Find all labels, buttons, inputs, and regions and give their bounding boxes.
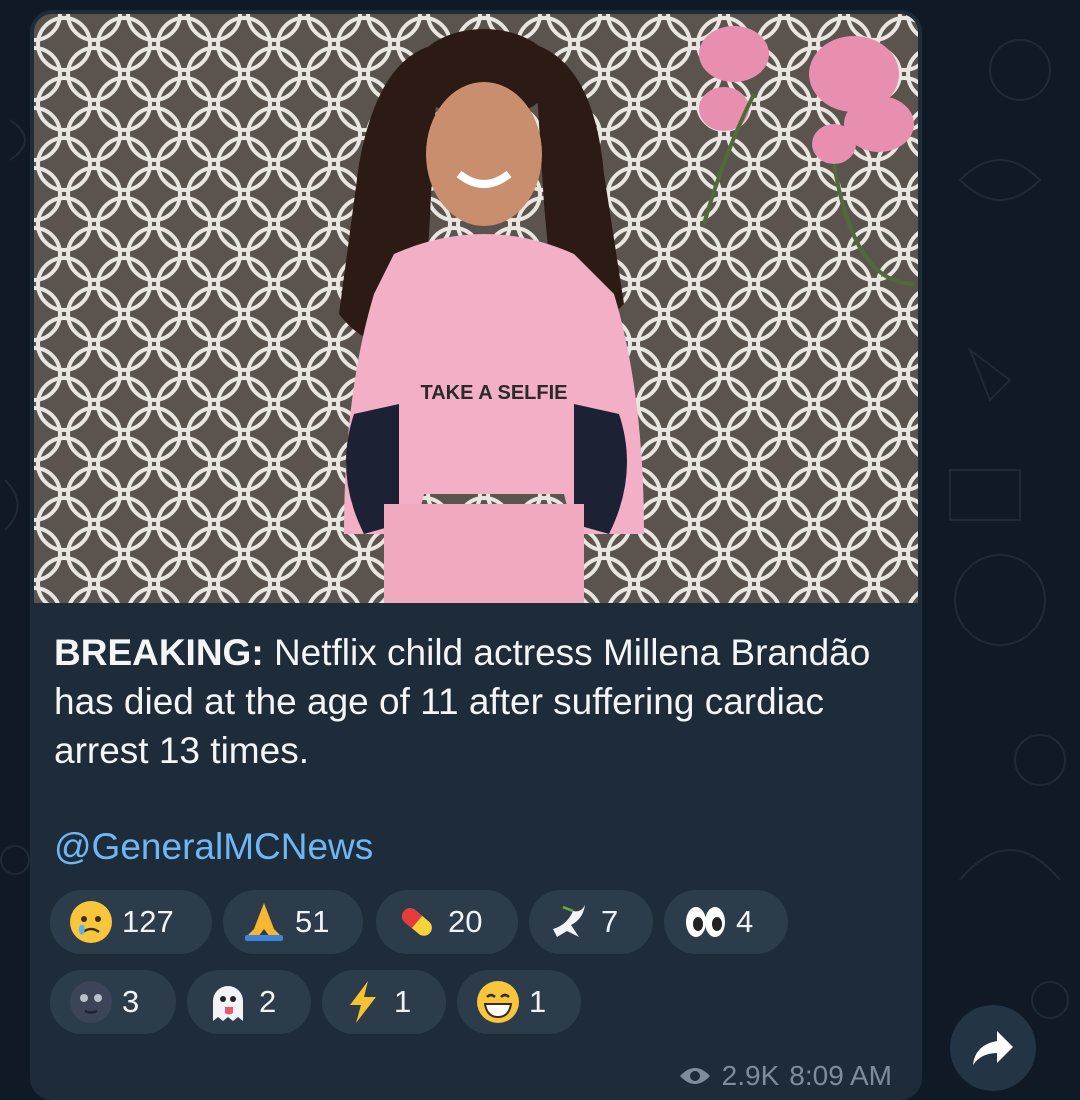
caption-breaking-label: BREAKING: <box>54 632 264 673</box>
post-time: 8:09 AM <box>789 1060 892 1091</box>
hoodie-print-text: TAKE A SELFIE <box>420 382 567 404</box>
share-arrow-icon <box>973 1031 1013 1065</box>
reaction-count: 127 <box>122 904 174 939</box>
channel-post-bubble: TAKE A SELFIE BREAKING: Netflix child ac… <box>30 10 922 1100</box>
eye-icon <box>679 1068 710 1084</box>
reaction-new-moon-face[interactable]: 3 <box>50 970 176 1034</box>
reaction-count: 1 <box>394 984 412 1019</box>
folded-hands-icon <box>245 903 283 941</box>
post-photo-image: TAKE A SELFIE <box>34 14 918 603</box>
reaction-grinning-face[interactable]: 1 <box>457 970 581 1034</box>
reaction-count: 4 <box>736 904 754 939</box>
post-photo[interactable]: TAKE A SELFIE <box>34 14 918 603</box>
grinning-face-icon <box>477 981 519 1023</box>
post-meta: 2.9K 8:09 AM <box>678 1060 892 1092</box>
forward-button[interactable] <box>950 1005 1036 1091</box>
eyes-icon <box>686 907 725 937</box>
reaction-high-voltage[interactable]: 1 <box>322 970 446 1034</box>
reaction-count: 51 <box>295 904 330 939</box>
view-count: 2.9K <box>721 1060 780 1091</box>
reaction-ghost[interactable]: 2 <box>187 970 311 1034</box>
reaction-eyes[interactable]: 4 <box>664 890 788 954</box>
reaction-count: 1 <box>529 984 547 1019</box>
crying-face-icon <box>70 901 112 943</box>
reaction-folded-hands[interactable]: 51 <box>223 890 363 954</box>
reaction-count: 20 <box>448 904 483 939</box>
new-moon-face-icon <box>70 981 112 1023</box>
reaction-pill[interactable]: 20 <box>376 890 518 954</box>
high-voltage-icon <box>350 981 376 1023</box>
reaction-crying-face[interactable]: 127 <box>50 890 212 954</box>
reaction-count: 7 <box>601 904 619 939</box>
channel-handle-link[interactable]: @GeneralMCNews <box>54 825 373 869</box>
reaction-dove[interactable]: 7 <box>529 890 653 954</box>
reaction-count: 2 <box>259 984 277 1019</box>
ghost-icon <box>213 986 243 1021</box>
post-caption: BREAKING: Netflix child actress Millena … <box>54 628 894 775</box>
reaction-count: 3 <box>122 984 140 1019</box>
dove-icon <box>553 905 585 937</box>
pill-icon <box>402 908 432 936</box>
